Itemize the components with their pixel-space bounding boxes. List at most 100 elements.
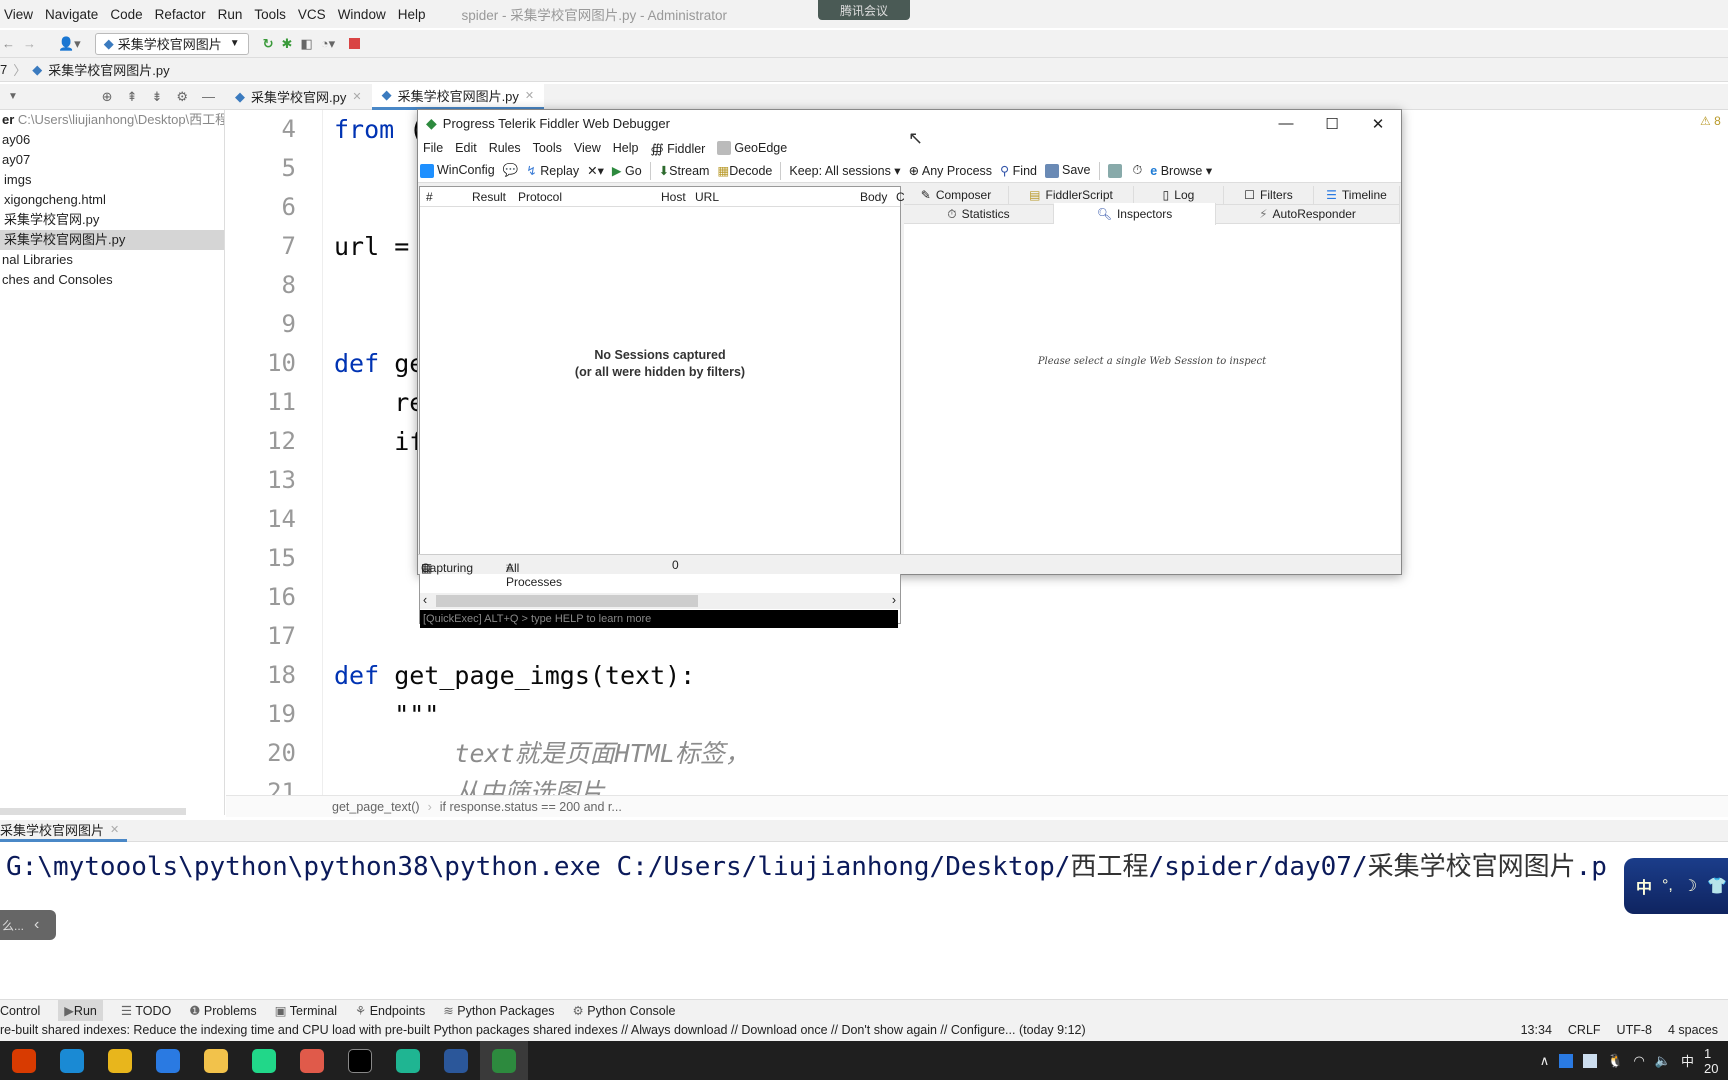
col-result[interactable]: Result <box>472 190 506 204</box>
minimize-button[interactable]: — <box>1263 110 1309 137</box>
comment-icon[interactable]: 💬 <box>503 163 519 178</box>
crumb-statement[interactable]: if response.status == 200 and r... <box>440 800 622 814</box>
tree-item[interactable]: nal Libraries <box>0 250 224 270</box>
menu-fiddler[interactable]: ∰ Fiddler <box>650 141 705 156</box>
tree-item[interactable]: ay06 <box>0 130 224 150</box>
menu-code[interactable]: Code <box>110 7 142 22</box>
profile-icon[interactable]: ◔▾ <box>321 36 335 52</box>
scroll-thumb[interactable] <box>436 595 698 607</box>
browse-button[interactable]: e Browse ▾ <box>1150 163 1212 178</box>
terminal-icon[interactable] <box>336 1041 384 1080</box>
col-body[interactable]: Body <box>860 190 887 204</box>
menu-file[interactable]: File <box>423 141 443 155</box>
tab-composer[interactable]: ✎ Composer <box>904 186 1009 205</box>
tree-item[interactable]: ay07 <box>0 150 224 170</box>
code-line[interactable]: url = <box>334 227 409 266</box>
tool-window-todo[interactable]: ☰ TODO <box>121 1003 171 1018</box>
debug-icon[interactable]: ✱ <box>282 36 293 52</box>
menu-tools[interactable]: Tools <box>254 7 286 22</box>
back-icon[interactable]: ← <box>2 36 15 51</box>
col-number[interactable]: # <box>426 190 433 204</box>
code-line[interactable]: def get_page_imgs(text): <box>334 656 695 695</box>
line-separator[interactable]: CRLF <box>1568 1023 1601 1037</box>
breadcrumb-folder[interactable]: 7 <box>0 62 7 77</box>
col-protocol[interactable]: Protocol <box>518 190 562 204</box>
fiddler-icon[interactable] <box>480 1041 528 1080</box>
tree-item-selected[interactable]: 采集学校官网图片.py <box>0 230 224 250</box>
tool-window-endpoints[interactable]: ⚘ Endpoints <box>355 1003 425 1018</box>
stream-button[interactable]: ⬇Stream <box>659 163 710 178</box>
code-line[interactable]: from ( <box>334 110 424 149</box>
maximize-button[interactable]: ☐ <box>1309 110 1355 137</box>
menu-navigate[interactable]: Navigate <box>45 7 98 22</box>
tree-item[interactable]: ches and Consoles <box>0 270 224 290</box>
menu-view[interactable]: View <box>574 141 601 155</box>
code-line[interactable]: 从中筛选图片 <box>334 773 604 795</box>
stop-icon[interactable] <box>349 38 361 49</box>
run-config-select[interactable]: ◆ 采集学校官网图片 ▼ <box>94 32 249 55</box>
tool-window-terminal[interactable]: ▣ Terminal <box>275 1003 337 1018</box>
wifi-icon[interactable]: ◠ <box>1633 1053 1644 1069</box>
code-line[interactable]: text就是页面HTML标签， <box>334 734 749 773</box>
coverage-icon[interactable]: ◧ <box>300 36 312 52</box>
ime-toolbar[interactable]: 中 °, ☽ 👕 <box>1624 858 1728 914</box>
pycharm-icon[interactable] <box>240 1041 288 1080</box>
code-line[interactable]: def ge <box>334 344 424 383</box>
cursor-position[interactable]: 13:34 <box>1521 1023 1552 1037</box>
find-button[interactable]: ⚲ Find <box>1000 163 1037 178</box>
close-button[interactable]: ✕ <box>1355 110 1401 137</box>
crumb-function[interactable]: get_page_text() <box>332 800 420 814</box>
replay-button[interactable]: ↯ Replay <box>526 163 579 178</box>
menu-vcs[interactable]: VCS <box>298 7 326 22</box>
status-message[interactable]: re-built shared indexes: Reduce the inde… <box>0 1023 1086 1037</box>
app-icon[interactable] <box>288 1041 336 1080</box>
project-root[interactable]: er C:\Users\liujianhong\Desktop\西工程 <box>0 110 224 130</box>
tree-item[interactable]: xigongcheng.html <box>0 190 224 210</box>
encoding[interactable]: UTF-8 <box>1617 1023 1652 1037</box>
menu-help[interactable]: Help <box>613 141 639 155</box>
tool-window-problems[interactable]: ❶ Problems <box>189 1003 256 1018</box>
volume-icon[interactable]: 🔈 <box>1655 1053 1671 1069</box>
warning-count[interactable]: ⚠ 8 <box>1700 114 1721 128</box>
tab-statistics[interactable]: ⏱ Statistics <box>904 205 1054 224</box>
tool-window-python-console[interactable]: ⚙ Python Console <box>573 1003 676 1018</box>
decode-button[interactable]: ▦Decode <box>717 163 772 178</box>
code-line[interactable]: if <box>334 422 424 461</box>
timer-icon[interactable]: ⏱ <box>1133 163 1143 178</box>
forward-icon[interactable]: → <box>23 36 36 51</box>
tray-app-icon[interactable] <box>1559 1053 1574 1068</box>
collapsed-popup[interactable]: 么... ‹ <box>0 910 56 940</box>
tool-window-control[interactable]: Control <box>0 1004 40 1018</box>
tool-window-python-packages[interactable]: ≋ Python Packages <box>443 1003 554 1018</box>
close-icon[interactable]: ✕ <box>525 89 534 102</box>
gear-icon[interactable]: ⚙ <box>176 89 188 105</box>
go-button[interactable]: ▶ Go <box>612 163 642 178</box>
close-icon[interactable]: ✕ <box>352 90 361 103</box>
any-process-button[interactable]: ⊕ Any Process <box>909 163 992 178</box>
tree-item[interactable]: imgs <box>0 170 224 190</box>
locate-icon[interactable]: ⊕ <box>102 89 113 105</box>
tray-app-icon[interactable] <box>1583 1053 1598 1068</box>
col-url[interactable]: URL <box>695 190 719 204</box>
explorer-icon[interactable] <box>192 1041 240 1080</box>
menu-window[interactable]: Window <box>338 7 386 22</box>
menu-view[interactable]: View <box>4 7 33 22</box>
screenshot-icon[interactable] <box>1107 163 1125 178</box>
user-icon[interactable]: 👤▾ <box>58 36 81 52</box>
horizontal-scrollbar[interactable]: ‹ › <box>420 593 900 609</box>
tab-caiji-guanwang-tupian[interactable]: ◆ 采集学校官网图片.py ✕ <box>371 83 545 110</box>
close-icon[interactable]: ✕ <box>110 823 119 836</box>
code-line[interactable]: """ <box>334 695 439 734</box>
menu-run[interactable]: Run <box>218 7 243 22</box>
save-button[interactable]: Save <box>1045 163 1091 178</box>
chrome-icon[interactable] <box>96 1041 144 1080</box>
word-icon[interactable] <box>432 1041 480 1080</box>
clock[interactable]: 1 20 <box>1704 1046 1724 1076</box>
tab-filters[interactable]: ☐ Filters <box>1224 186 1314 205</box>
remove-button[interactable]: ✕▾ <box>587 163 604 178</box>
run-console-output[interactable]: G:\mytoools\python\python38\python.exe C… <box>6 846 1607 883</box>
tab-timeline[interactable]: ☰ Timeline <box>1314 186 1400 205</box>
keep-sessions-dropdown[interactable]: Keep: All sessions ▾ <box>789 163 900 178</box>
menu-help[interactable]: Help <box>398 7 426 22</box>
tab-inspectors[interactable]: 🔍︎ Inspectors <box>1054 203 1216 225</box>
